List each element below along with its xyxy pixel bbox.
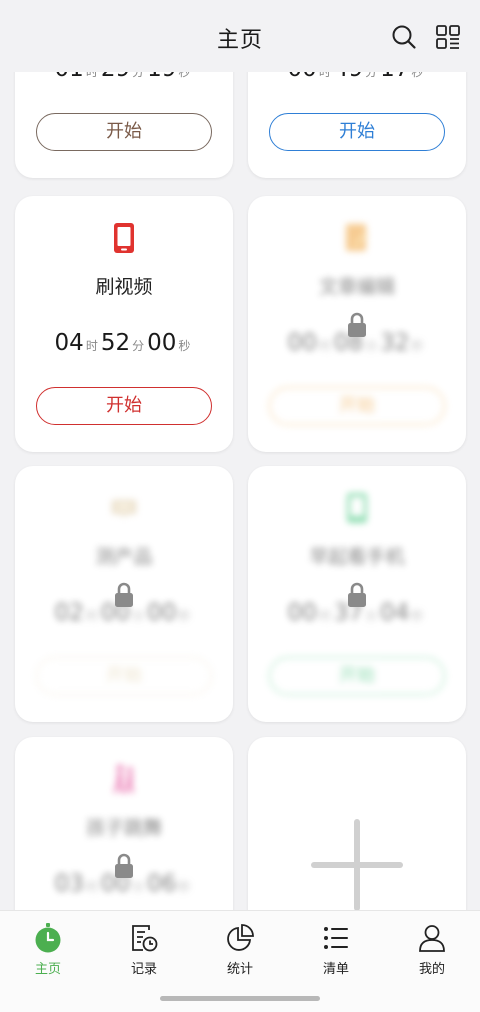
timer-display: 00时49分17秒: [248, 72, 466, 82]
unit-minutes: 分: [132, 880, 145, 894]
phone-icon: [110, 222, 138, 254]
timer-hours: 02: [54, 600, 84, 626]
timer-seconds: 04: [380, 600, 410, 626]
tab-list[interactable]: 清单: [288, 911, 384, 991]
unit-seconds: 秒: [178, 72, 191, 79]
timer-seconds: 19: [147, 72, 176, 82]
unit-seconds: 秒: [411, 72, 424, 79]
start-button[interactable]: 开始: [269, 113, 445, 151]
app-header: 主页: [0, 0, 480, 72]
task-card[interactable]: 01时29分19秒 开始: [15, 72, 233, 178]
tab-label: 我的: [418, 962, 445, 977]
timer-seconds: 00: [147, 600, 177, 626]
tab-profile[interactable]: 我的: [384, 911, 480, 991]
unit-seconds: 秒: [178, 609, 191, 623]
timer-icon: [33, 923, 63, 953]
task-card[interactable]: 00时49分17秒 开始: [248, 72, 466, 178]
task-card[interactable]: 孩子跳舞 03时00分06秒 开始: [15, 737, 233, 910]
list-icon: [321, 923, 351, 953]
tab-label: 记录: [130, 962, 157, 977]
timer-seconds: 32: [380, 330, 410, 356]
unit-hours: 时: [318, 339, 331, 353]
task-card[interactable]: 早起看手机 00 时 37 分 04 秒 开始: [248, 466, 466, 722]
tab-label: 统计: [226, 962, 253, 977]
user-icon: [417, 923, 447, 953]
task-name: 孩子跳舞: [85, 817, 162, 839]
timer-hours: 00: [287, 330, 317, 356]
unit-hours: 时: [85, 880, 98, 894]
pie-chart-icon: [225, 923, 255, 953]
tab-home[interactable]: 主页: [0, 911, 96, 991]
start-button: 开始: [269, 387, 445, 425]
search-icon[interactable]: [391, 24, 417, 50]
timer-hours: 00: [288, 72, 317, 82]
tab-stats[interactable]: 统计: [192, 911, 288, 991]
unit-hours: 时: [85, 72, 98, 79]
unit-seconds: 秒: [178, 339, 191, 353]
start-button: 开始: [269, 657, 445, 695]
timer-seconds: 00: [147, 330, 177, 356]
unit-hours: 时: [85, 339, 98, 353]
unit-minutes: 分: [365, 609, 378, 623]
bottom-tab-bar: 主页 记录 统计 清单 我的: [0, 910, 480, 1012]
lock-icon: [347, 582, 367, 608]
unit-minutes: 分: [365, 72, 378, 79]
timer-hours: 01: [55, 72, 84, 82]
unit-seconds: 秒: [411, 339, 424, 353]
unit-minutes: 分: [132, 72, 145, 79]
grid-icon[interactable]: [435, 24, 461, 50]
add-task-card[interactable]: [248, 737, 466, 910]
unit-hours: 时: [85, 609, 98, 623]
dance-icon: [110, 763, 138, 795]
tab-record[interactable]: 记录: [96, 911, 192, 991]
task-grid[interactable]: 01时29分19秒 开始 00时49分17秒 开始 刷视频 04时52分00秒 …: [0, 72, 480, 910]
box-icon: [110, 492, 138, 524]
edit-icon: [343, 222, 371, 254]
phone-icon: [343, 492, 371, 524]
timer-hours: 03: [54, 871, 84, 897]
unit-minutes: 分: [132, 339, 145, 353]
tab-label: 清单: [322, 962, 349, 977]
unit-seconds: 秒: [411, 609, 424, 623]
unit-hours: 时: [318, 609, 331, 623]
tab-label: 主页: [34, 962, 61, 977]
lock-icon: [347, 312, 367, 338]
unit-seconds: 秒: [178, 880, 191, 894]
unit-minutes: 分: [132, 609, 145, 623]
task-card[interactable]: 测产品 02 时 00 分 00 秒 开始: [15, 466, 233, 722]
task-name: 刷视频: [95, 276, 153, 298]
home-indicator[interactable]: [160, 996, 320, 1001]
start-button: 开始: [36, 657, 212, 695]
start-button[interactable]: 开始: [36, 113, 212, 151]
unit-minutes: 分: [365, 339, 378, 353]
task-name: 早起看手机: [309, 546, 405, 568]
timer-minutes: 29: [101, 72, 130, 82]
task-name: 文章编辑: [318, 276, 395, 298]
task-card[interactable]: 文章编辑 00 时 08 分 32 秒 开始: [248, 196, 466, 452]
task-name: 测产品: [95, 546, 153, 568]
timer-seconds: 17: [380, 72, 409, 82]
start-button[interactable]: 开始: [36, 387, 212, 425]
timer-minutes: 52: [100, 330, 131, 356]
timer-minutes: 49: [334, 72, 363, 82]
timer-hours: 00: [287, 600, 317, 626]
unit-hours: 时: [318, 72, 331, 79]
timer-hours: 04: [54, 330, 84, 356]
lock-icon: [114, 582, 134, 608]
timer-display: 04 时 52 分 00 秒: [15, 330, 233, 356]
task-card[interactable]: 刷视频 04 时 52 分 00 秒 开始: [15, 196, 233, 452]
timer-display: 01时29分19秒: [15, 72, 233, 82]
lock-icon: [114, 853, 134, 879]
record-icon: [129, 923, 159, 953]
timer-seconds: 06: [147, 871, 177, 897]
